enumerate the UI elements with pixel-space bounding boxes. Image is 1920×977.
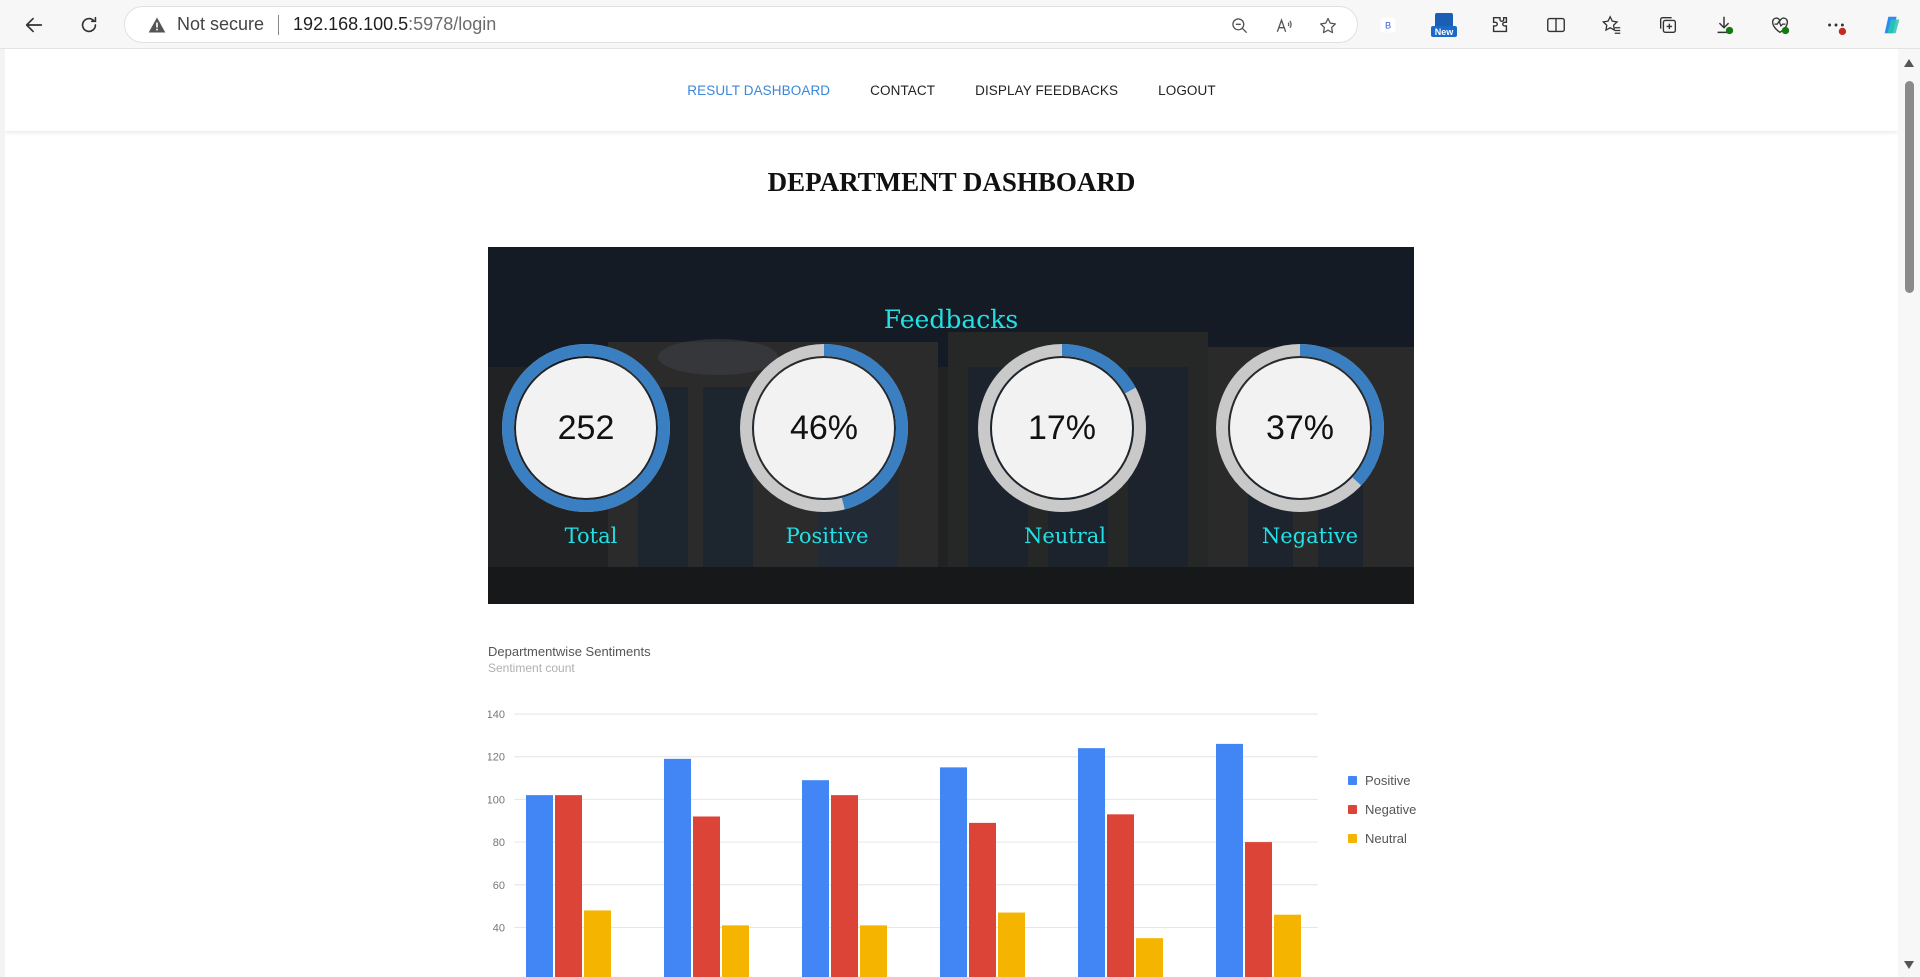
svg-text:B: B xyxy=(1385,21,1391,31)
legend-swatch xyxy=(1348,776,1357,785)
legend-label: Neutral xyxy=(1365,831,1407,846)
bar-chart-svg: 40 60 80 100 120 140 xyxy=(488,709,1318,977)
gauge-label-total: Total xyxy=(564,524,618,548)
extensions-puzzle-icon[interactable] xyxy=(1482,8,1518,42)
bar-negative xyxy=(969,822,996,977)
gauge-neutral: 17% xyxy=(978,344,1146,512)
y-tick-label: 120 xyxy=(488,752,505,764)
legend-swatch xyxy=(1348,834,1357,843)
scroll-up-arrow-icon[interactable] xyxy=(1904,59,1914,67)
site-navigation: RESULT DASHBOARD CONTACT DISPLAY FEEDBAC… xyxy=(5,49,1898,131)
legend-item-positive[interactable]: Positive xyxy=(1348,773,1411,788)
warning-icon[interactable] xyxy=(147,14,169,36)
bar-negative xyxy=(693,816,720,977)
not-secure-label[interactable]: Not secure xyxy=(177,14,264,35)
legend-label: Negative xyxy=(1365,802,1417,817)
address-bar[interactable]: Not secure 192.168.100.5:5978/login xyxy=(124,6,1358,43)
page-viewport: RESULT DASHBOARD CONTACT DISPLAY FEEDBAC… xyxy=(5,49,1898,977)
bar-neutral xyxy=(998,912,1025,977)
back-icon[interactable] xyxy=(16,7,52,43)
downloads-icon[interactable] xyxy=(1706,8,1742,42)
favorites-icon[interactable] xyxy=(1594,8,1630,42)
page-title: DEPARTMENT DASHBOARD xyxy=(767,167,1136,197)
bar-positive xyxy=(802,780,829,977)
bar-negative xyxy=(555,795,582,977)
browser-essentials-icon[interactable] xyxy=(1762,8,1798,42)
gauge-negative: 37% xyxy=(1216,344,1384,512)
nav-display-feedbacks[interactable]: DISPLAY FEEDBACKS xyxy=(975,83,1118,98)
gauge-value: 37% xyxy=(1265,408,1335,447)
copilot-icon[interactable] xyxy=(1874,8,1910,42)
gauge-positive: 46% xyxy=(740,344,908,512)
bar-positive xyxy=(526,795,553,977)
split-screen-icon[interactable] xyxy=(1538,8,1574,42)
legend-item-negative[interactable]: Negative xyxy=(1348,802,1416,817)
gauge-total: 252 xyxy=(502,344,670,512)
bar-neutral xyxy=(1274,914,1301,977)
bar-neutral xyxy=(722,925,749,977)
y-tick-label: 80 xyxy=(493,837,505,849)
address-divider xyxy=(278,14,280,35)
bar-positive xyxy=(940,767,967,977)
browser-toolbar: Not secure 192.168.100.5:5978/login B Ne… xyxy=(0,0,1920,49)
bar-neutral xyxy=(584,910,611,977)
gauge-value: 252 xyxy=(557,408,615,447)
url-host: 192.168.100.5 xyxy=(293,14,409,34)
bar-positive xyxy=(1078,748,1105,977)
scroll-down-arrow-icon[interactable] xyxy=(1904,961,1914,969)
gauge-label-neutral: Neutral xyxy=(1023,524,1107,548)
gauge-value: 46% xyxy=(789,408,859,447)
read-aloud-icon[interactable] xyxy=(1271,13,1297,39)
zoom-out-icon[interactable] xyxy=(1227,13,1253,39)
nav-logout[interactable]: LOGOUT xyxy=(1158,83,1216,98)
nav-result-dashboard[interactable]: RESULT DASHBOARD xyxy=(687,83,830,98)
bing-extension-icon[interactable]: B xyxy=(1370,8,1406,42)
legend-item-neutral[interactable]: Neutral xyxy=(1348,831,1407,846)
y-tick-label: 100 xyxy=(488,794,505,806)
gauge-label-negative: Negative xyxy=(1261,524,1359,548)
feedbacks-panel: Feedbacks 252 Total 46% Positive 17% Neu… xyxy=(488,247,1414,604)
chart-title: Departmentwise Sentiments xyxy=(488,644,651,659)
collections-icon[interactable] xyxy=(1650,8,1686,42)
departmentwise-chart: 40 60 80 100 120 140 Departmentwise Sentiment… xyxy=(488,644,1448,977)
bar-negative xyxy=(831,795,858,977)
y-tick-label: 140 xyxy=(488,709,505,721)
svg-text:New: New xyxy=(1435,27,1455,37)
page-scrollbar[interactable] xyxy=(1898,49,1920,977)
nav-contact[interactable]: CONTACT xyxy=(870,83,935,98)
chart-subtitle: Sentiment count xyxy=(488,661,575,675)
bar-negative xyxy=(1107,814,1134,977)
url-text[interactable]: 192.168.100.5:5978/login xyxy=(293,14,496,35)
gauge-label-positive: Positive xyxy=(785,524,869,548)
gauge-value: 17% xyxy=(1027,408,1097,447)
scroll-thumb[interactable] xyxy=(1905,81,1914,293)
y-tick-label: 60 xyxy=(493,880,505,892)
bar-neutral xyxy=(1136,938,1163,977)
bar-negative xyxy=(1245,842,1272,977)
feedbacks-title: Feedbacks xyxy=(883,305,1019,334)
bar-positive xyxy=(1216,743,1243,977)
favorite-star-icon[interactable] xyxy=(1315,13,1341,39)
y-tick-label: 40 xyxy=(493,923,505,935)
bar-positive xyxy=(664,758,691,977)
url-path: :5978/login xyxy=(408,14,497,34)
legend-swatch xyxy=(1348,805,1357,814)
refresh-icon[interactable] xyxy=(71,7,107,43)
shopping-extension-icon[interactable]: New xyxy=(1426,8,1462,42)
bar-neutral xyxy=(860,925,887,977)
more-options-icon[interactable] xyxy=(1818,8,1854,42)
legend-label: Positive xyxy=(1365,773,1411,788)
